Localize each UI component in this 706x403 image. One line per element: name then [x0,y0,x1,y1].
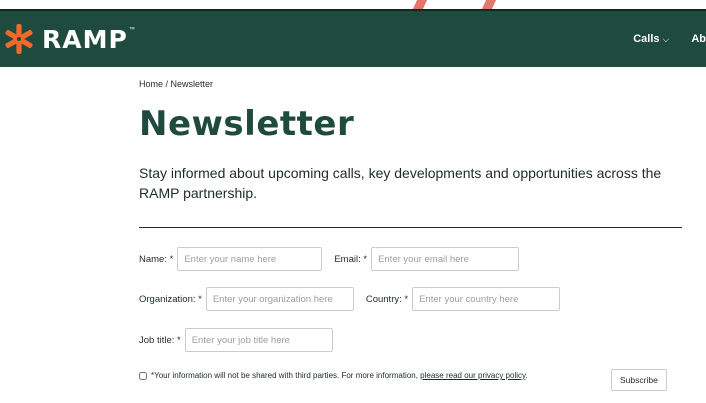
form-row-name-email: Name: * Email: * [139,247,520,271]
form-row-organization-country: Organization: * Country: * [139,287,561,311]
email-input[interactable] [371,247,520,271]
main-nav: Calls ⌵ Ab [633,33,706,45]
top-decoration-right [481,0,497,9]
country-input[interactable] [412,287,561,311]
top-decoration-left [412,0,428,9]
job-title-input[interactable] [184,328,333,352]
job-title-label: Job title: * [139,334,181,346]
nav-item-calls[interactable]: Calls ⌵ [633,33,669,45]
name-input[interactable] [177,247,323,271]
organization-label: Organization: * [139,293,202,305]
name-label: Name: * [139,253,174,265]
nav-item-calls-label: Calls [633,33,660,45]
privacy-consent: *Your information will not be shared wit… [139,371,528,380]
form-row-job-title: Job title: * [139,328,333,352]
divider [139,227,682,228]
breadcrumb[interactable]: Home / Newsletter [139,79,213,89]
email-label: Email: * [334,253,368,265]
ramp-logo[interactable]: RAMP ™ [2,22,135,56]
chevron-down-icon: ⌵ [662,34,670,44]
trademark-symbol: ™ [128,26,135,33]
consent-checkbox[interactable] [139,371,147,380]
page-title: Newsletter [139,104,355,144]
intro-text: Stay informed about upcoming calls, key … [139,165,662,201]
asterisk-snowflake-icon [5,24,33,54]
top-navigation-bar: RAMP ™ Calls ⌵ Ab [0,9,706,67]
privacy-policy-link[interactable]: please read our privacy policy [420,371,525,380]
nav-item-about[interactable]: Ab [691,33,706,45]
country-label: Country: * [365,293,409,305]
logo-text: RAMP [42,24,128,54]
consent-text: *Your information will not be shared wit… [151,371,528,380]
organization-input[interactable] [205,287,354,311]
subscribe-button[interactable]: Subscribe [611,369,667,391]
